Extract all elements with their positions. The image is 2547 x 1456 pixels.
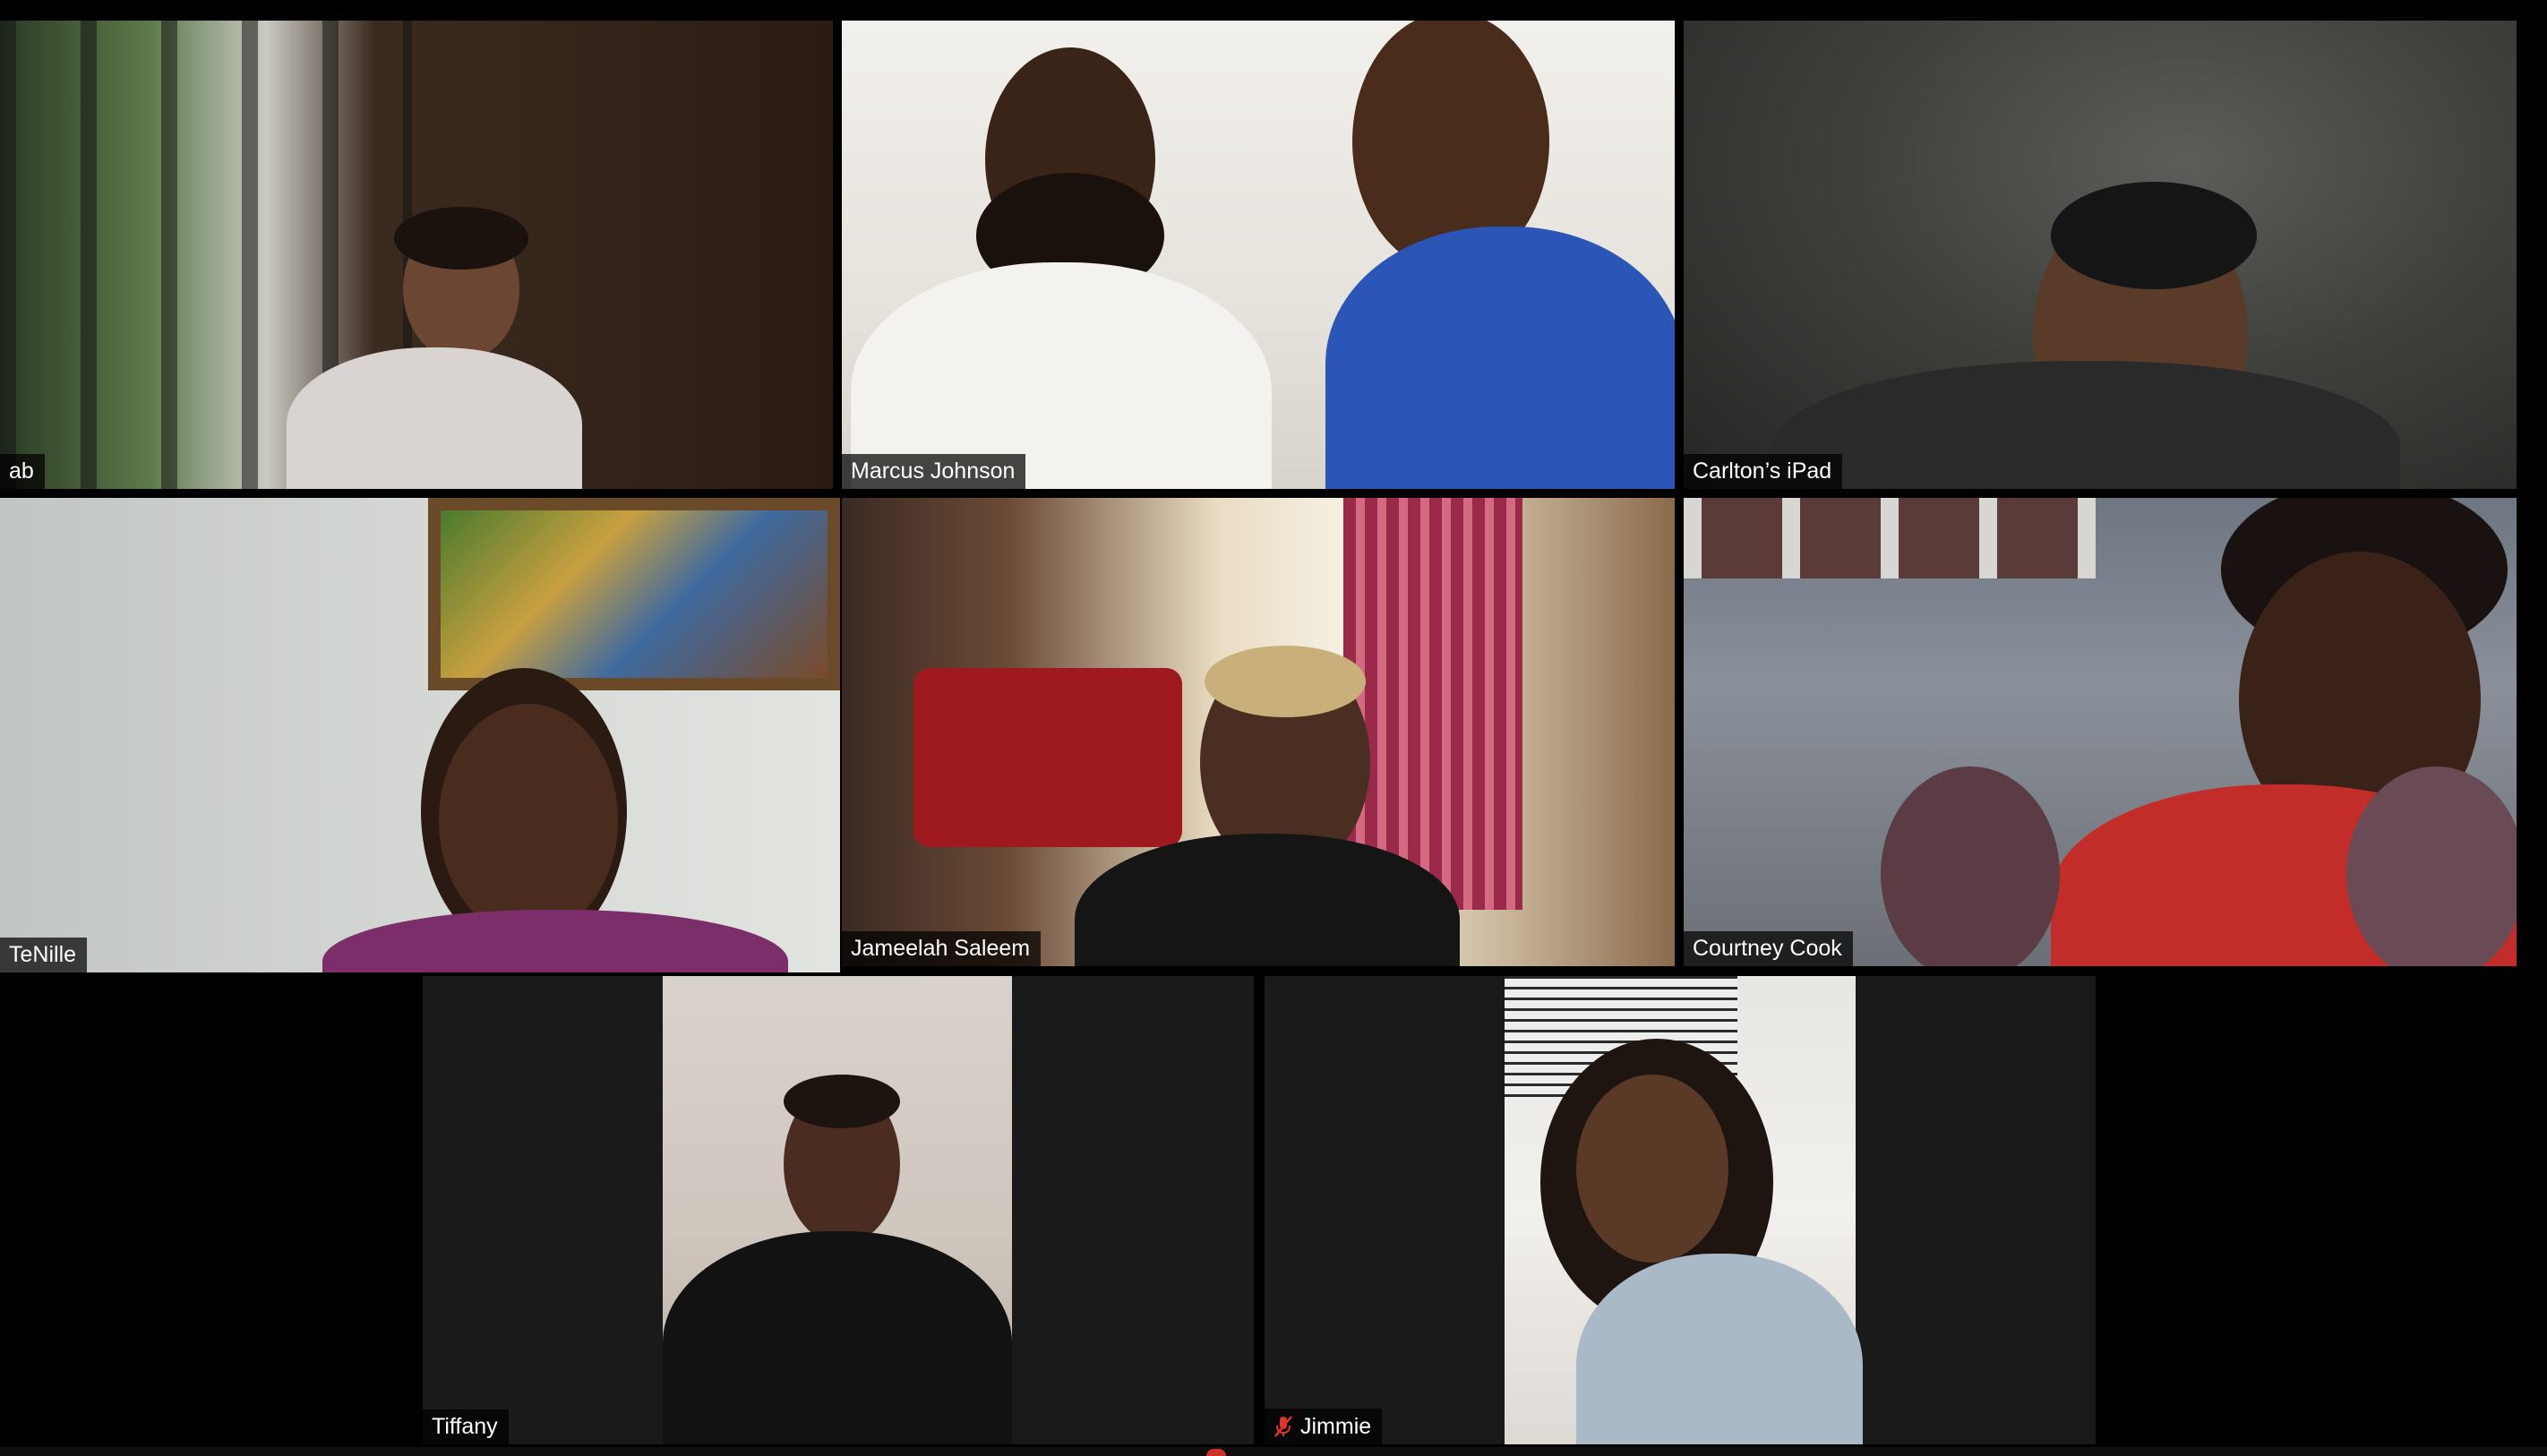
notification-dot (1206, 1449, 1226, 1456)
wall-painting (428, 498, 840, 690)
participant-tile-marcus-johnson[interactable]: Marcus Johnson (842, 21, 1675, 489)
participant-name-label: Courtney Cook (1684, 931, 1853, 966)
participant-name-label: Jameelah Saleem (842, 931, 1042, 966)
participant-figure (1773, 182, 2517, 489)
microphone-muted-icon (1274, 1415, 1293, 1438)
participant-tile-tenille[interactable]: TeNille (0, 498, 840, 972)
gallery-view: ab Marcus Johnson Carlton’s iPad TeNille… (0, 0, 2547, 1456)
participant-name-label: TeNille (0, 938, 88, 972)
participant-name: Courtney Cook (1693, 936, 1842, 961)
participant-name-label: Marcus Johnson (842, 454, 1026, 489)
participant-figure (322, 668, 806, 972)
participant-figure (269, 200, 645, 489)
toolbar-edge (0, 1447, 2547, 1456)
participant-figure (842, 21, 1308, 489)
participant-name: Tiffany (432, 1414, 498, 1439)
participant-name: ab (9, 458, 34, 484)
participant-name-label: ab (0, 454, 45, 489)
participant-name-label: Jimmie (1265, 1409, 1383, 1444)
participant-tile-jameelah-saleem[interactable]: Jameelah Saleem (842, 498, 1675, 966)
participant-tile-tiffany[interactable]: Tiffany (423, 976, 1254, 1444)
participant-name: TeNille (9, 942, 77, 967)
participant-figure (663, 1075, 1012, 1444)
participant-tile-courtney-cook[interactable]: Courtney Cook (1684, 498, 2517, 966)
participant-tile-carltons-ipad[interactable]: Carlton’s iPad (1684, 21, 2517, 489)
participant-figure (1048, 646, 1460, 966)
participant-name: Jimmie (1300, 1413, 1372, 1439)
participant-tile-jimmie[interactable]: Jimmie (1265, 976, 2096, 1444)
participant-name: Jameelah Saleem (851, 936, 1031, 961)
participant-name-label: Tiffany (423, 1409, 509, 1444)
participant-name: Marcus Johnson (851, 458, 1016, 484)
participant-figure (1827, 498, 2517, 966)
participant-tile-ab[interactable]: ab (0, 21, 833, 489)
participant-name-label: Carlton’s iPad (1684, 454, 1843, 489)
participant-name: Carlton’s iPad (1693, 458, 1832, 484)
participant-figure (1308, 21, 1675, 489)
participant-figure (1505, 1021, 1863, 1444)
